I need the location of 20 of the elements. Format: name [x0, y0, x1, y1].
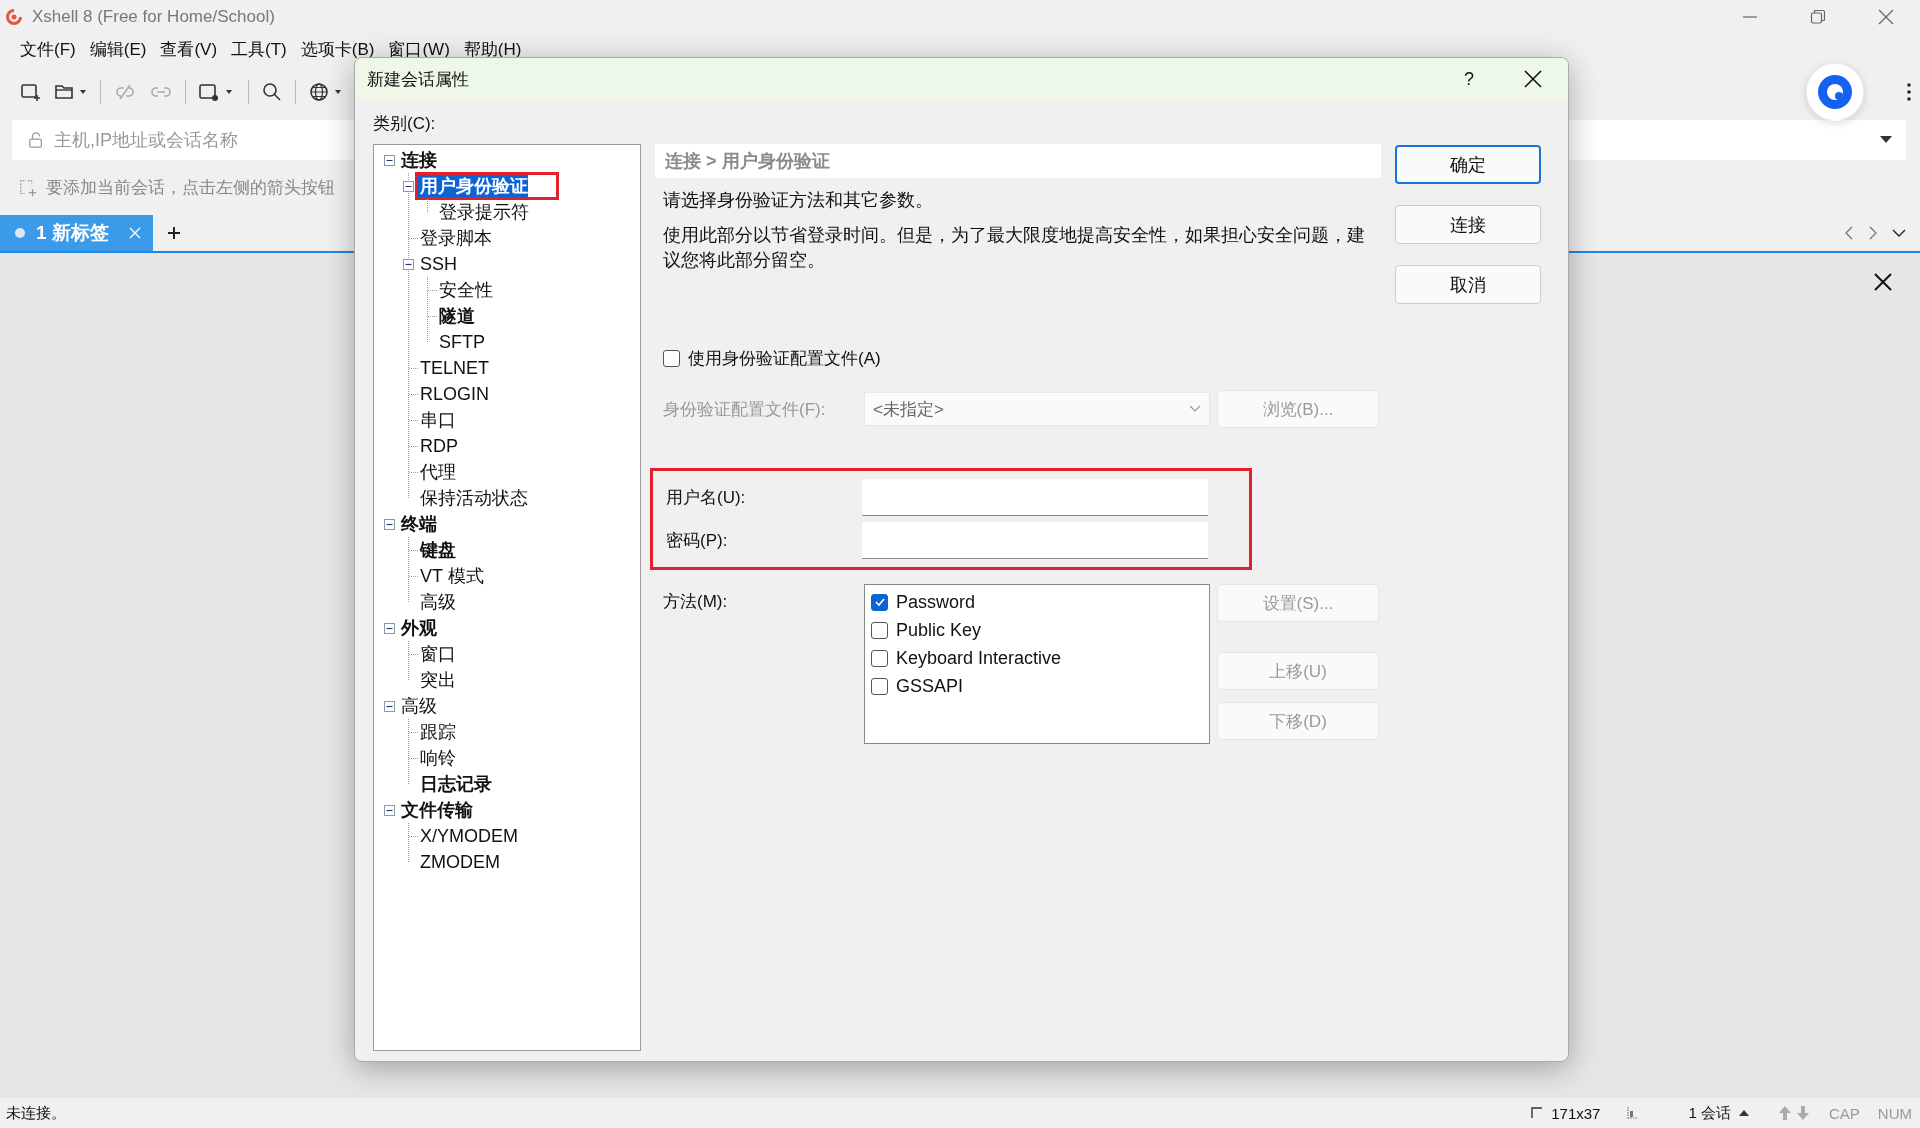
category-label: 类别(C): — [373, 113, 437, 135]
checkbox-label: Keyboard Interactive — [896, 647, 1062, 669]
terminal-size: 171x37 — [1551, 1104, 1601, 1122]
checkbox-label: GSSAPI — [896, 675, 964, 697]
dialog-title: 新建会话属性 — [367, 68, 469, 91]
description-text: 使用此部分以节省登录时间。但是，为了最大限度地提高安全性，如果担心安全问题，建议您将此部分留空。 — [663, 224, 1366, 272]
checkbox-label: Public Key — [896, 619, 982, 641]
checkbox-label: Password — [896, 591, 976, 613]
status-text: 未连接。 — [6, 1103, 66, 1123]
checkbox-label: 使用身份验证配置文件(A) — [688, 348, 881, 370]
window-title: Xshell 8 (Free for Home/School) — [32, 7, 275, 27]
field-label: 用户名(U): — [666, 487, 747, 509]
field-label: 身份验证配置文件(F): — [663, 398, 827, 421]
breadcrumb-bar: 连接 > 用户身份验证 — [655, 144, 1381, 178]
field-label: 密码(P): — [666, 530, 729, 552]
field-label: 方法(M): — [663, 591, 729, 613]
num-lock-indicator: NUM — [1877, 1104, 1912, 1122]
description-text: 请选择身份验证方法和其它参数。 — [663, 189, 934, 212]
hint-text: 要添加当前会话，点击左侧的箭头按钮 — [46, 177, 335, 199]
caps-lock-indicator: CAP — [1829, 1104, 1860, 1122]
